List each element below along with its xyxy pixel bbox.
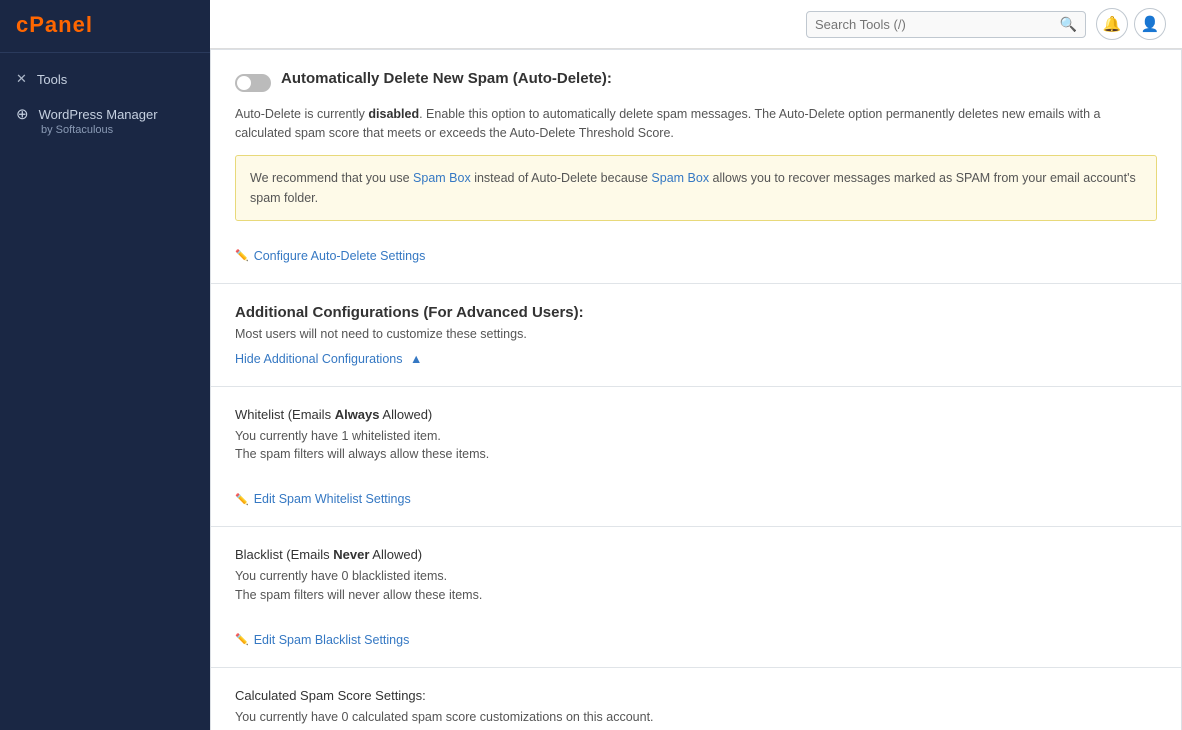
bell-icon: 🔔	[1103, 15, 1122, 33]
user-icon: 👤	[1141, 15, 1160, 33]
edit-blacklist-label: Edit Spam Blacklist Settings	[254, 633, 410, 647]
notifications-button[interactable]: 🔔	[1096, 8, 1128, 40]
main-area: 🔍 🔔 👤 Automatically Delete New Spam (Aut…	[210, 0, 1182, 730]
auto-delete-title: Automatically Delete New Spam (Auto-Dele…	[281, 70, 612, 87]
spam-score-desc: You currently have 0 calculated spam sco…	[235, 708, 1157, 727]
whitelist-title-before: Whitelist (Emails	[235, 407, 335, 422]
tools-icon: ✕	[16, 71, 27, 87]
sidebar-item-wordpress[interactable]: ⊕ WordPress Manager by Softaculous	[0, 97, 210, 144]
sidebar: cPanel ✕ Tools ⊕ WordPress Manager by So…	[0, 0, 210, 730]
sidebar-logo: cPanel	[0, 0, 210, 53]
wordpress-title-row: ⊕ WordPress Manager	[16, 105, 194, 123]
blacklist-line2: The spam filters will never allow these …	[235, 586, 1157, 605]
notice-text-before: We recommend that you use	[250, 171, 413, 185]
cpanel-brand: cPanel	[16, 12, 194, 38]
whitelist-line2: The spam filters will always allow these…	[235, 445, 1157, 464]
whitelist-title-bold: Always	[335, 407, 380, 422]
additional-config-title: Additional Configurations (For Advanced …	[235, 304, 1157, 321]
whitelist-title: Whitelist (Emails Always Allowed)	[235, 407, 1157, 422]
auto-delete-status: disabled	[368, 107, 419, 121]
wordpress-subtitle: by Softaculous	[41, 124, 194, 136]
blacklist-title-before: Blacklist (Emails	[235, 547, 333, 562]
chevron-up-icon: ▲	[410, 352, 422, 366]
brand-c: c	[16, 12, 29, 37]
blacklist-line1: You currently have 0 blacklisted items.	[235, 567, 1157, 586]
spam-score-section: Calculated Spam Score Settings: You curr…	[211, 668, 1181, 730]
whitelist-section: Whitelist (Emails Always Allowed) You cu…	[211, 387, 1181, 528]
sidebar-navigation: ✕ Tools ⊕ WordPress Manager by Softaculo…	[0, 53, 210, 152]
edit-whitelist-link[interactable]: ✏️ Edit Spam Whitelist Settings	[235, 492, 411, 506]
spam-score-title: Calculated Spam Score Settings:	[235, 688, 1157, 703]
auto-delete-desc-before: Auto-Delete is currently	[235, 107, 368, 121]
brand-panel: Panel	[29, 12, 93, 37]
edit-blacklist-link[interactable]: ✏️ Edit Spam Blacklist Settings	[235, 633, 409, 647]
whitelist-cursor-indicator	[414, 482, 434, 506]
auto-delete-toggle[interactable]	[235, 74, 271, 92]
content-panel: Automatically Delete New Spam (Auto-Dele…	[210, 49, 1182, 730]
whitelist-pencil-icon: ✏️	[235, 493, 249, 506]
auto-delete-toggle-row: Automatically Delete New Spam (Auto-Dele…	[235, 70, 1157, 95]
wordpress-label: WordPress Manager	[39, 107, 158, 122]
auto-delete-notice: We recommend that you use Spam Box inste…	[235, 155, 1157, 221]
notice-text-middle: instead of Auto-Delete because	[471, 171, 652, 185]
blacklist-pencil-icon: ✏️	[235, 633, 249, 646]
auto-delete-section: Automatically Delete New Spam (Auto-Dele…	[211, 50, 1181, 284]
auto-delete-description: Auto-Delete is currently disabled. Enabl…	[235, 105, 1157, 143]
sidebar-item-tools[interactable]: ✕ Tools	[0, 61, 210, 97]
hide-link-text: Hide Additional Configurations	[235, 352, 402, 366]
additional-config-section: Additional Configurations (For Advanced …	[211, 284, 1181, 387]
configure-auto-delete-label: Configure Auto-Delete Settings	[254, 249, 426, 263]
blacklist-title: Blacklist (Emails Never Allowed)	[235, 547, 1157, 562]
search-input[interactable]	[815, 17, 1056, 32]
blacklist-section: Blacklist (Emails Never Allowed) You cur…	[211, 527, 1181, 668]
whitelist-line1: You currently have 1 whitelisted item.	[235, 427, 1157, 446]
spam-box-link-1[interactable]: Spam Box	[413, 171, 471, 185]
blacklist-title-bold: Never	[333, 547, 369, 562]
edit-whitelist-label: Edit Spam Whitelist Settings	[254, 492, 411, 506]
content-area: Automatically Delete New Spam (Auto-Dele…	[210, 49, 1182, 730]
configure-auto-delete-link[interactable]: ✏️ Configure Auto-Delete Settings	[235, 249, 425, 263]
top-bar-icons: 🔔 👤	[1096, 8, 1166, 40]
additional-config-desc: Most users will not need to customize th…	[235, 327, 1157, 341]
whitelist-title-after: Allowed)	[380, 407, 433, 422]
search-icon: 🔍	[1060, 16, 1077, 33]
hide-additional-config-link[interactable]: Hide Additional Configurations ▲	[235, 352, 422, 366]
search-box[interactable]: 🔍	[806, 11, 1086, 38]
wordpress-icon: ⊕	[16, 105, 29, 123]
top-bar: 🔍 🔔 👤	[210, 0, 1182, 49]
pencil-icon: ✏️	[235, 249, 249, 262]
sidebar-item-tools-label: Tools	[37, 72, 67, 87]
user-button[interactable]: 👤	[1134, 8, 1166, 40]
spam-box-link-2[interactable]: Spam Box	[651, 171, 709, 185]
blacklist-title-after: Allowed)	[369, 547, 422, 562]
